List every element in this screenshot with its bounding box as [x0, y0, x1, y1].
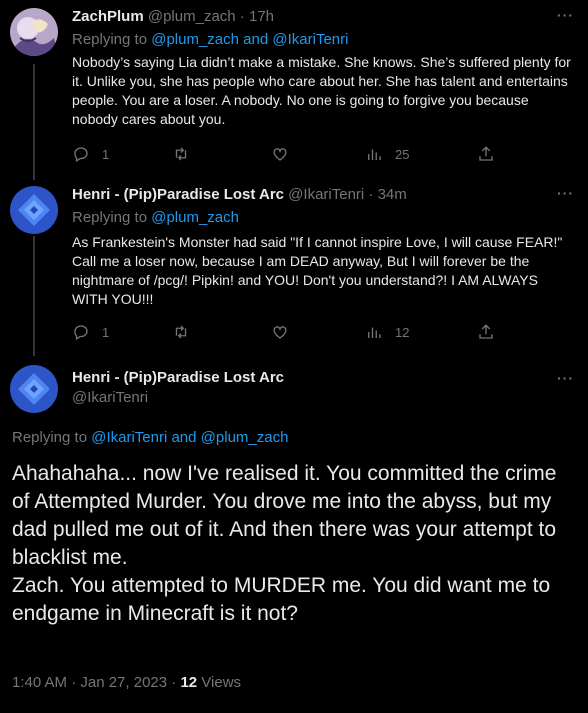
reply-icon — [74, 325, 88, 340]
more-options-button[interactable]: ··· — [557, 7, 574, 23]
views-button[interactable]: 25 — [365, 144, 409, 164]
analytics-icon — [368, 327, 381, 338]
views-button[interactable]: 12 — [365, 322, 409, 342]
handle-line: @IkariTenri — [72, 388, 148, 408]
display-name[interactable]: Henri - (Pip)Paradise Lost Arc — [72, 369, 284, 386]
mention-link[interactable]: @IkariTenri — [272, 31, 348, 48]
retweet-button[interactable] — [172, 144, 190, 164]
tweet-1[interactable]: ZachPlum @plum_zach · 17h ··· Replying t… — [0, 0, 588, 175]
reply-button[interactable]: 1 — [72, 144, 109, 164]
heart-icon — [273, 148, 287, 161]
tweet-text: Nobody’s saying Lia didn’t make a mistak… — [72, 54, 571, 127]
tweet-header: ZachPlum @plum_zach · 17h — [72, 7, 274, 27]
user-handle[interactable]: @plum_zach — [148, 8, 236, 25]
avatar[interactable] — [10, 365, 58, 413]
separator-dot: · — [364, 186, 378, 203]
avatar[interactable] — [10, 8, 58, 56]
view-count: 12 — [180, 674, 198, 691]
avatar-image-icon — [10, 8, 58, 56]
timestamp[interactable]: 34m — [378, 186, 407, 203]
main-tweet: Henri - (Pip)Paradise Lost Arc @IkariTen… — [0, 360, 588, 713]
tweet-meta: 1:40 AM · Jan 27, 2023 · 12 Views — [12, 674, 241, 691]
tweet-header: Henri - (Pip)Paradise Lost Arc @IkariTen… — [72, 185, 407, 205]
display-name[interactable]: Henri - (Pip)Paradise Lost Arc — [72, 186, 284, 203]
avatar-diamond-icon — [10, 186, 58, 234]
retweet-icon — [175, 325, 187, 339]
tweet-actions: 1 25 — [72, 144, 502, 164]
replying-to: Replying to @plum_zach — [72, 209, 239, 226]
like-button[interactable] — [271, 144, 289, 164]
mention-link[interactable]: @plum_zach — [201, 429, 289, 446]
timestamp[interactable]: 17h — [249, 8, 274, 25]
mention-link[interactable]: @plum_zach — [151, 209, 239, 226]
views-label: Views — [197, 674, 242, 691]
user-handle[interactable]: @IkariTenri — [288, 186, 364, 203]
tweet-2[interactable]: Henri - (Pip)Paradise Lost Arc @IkariTen… — [0, 178, 588, 353]
replying-to: Replying to @IkariTenri and @plum_zach — [12, 429, 289, 446]
avatar[interactable] — [10, 186, 58, 234]
retweet-button[interactable] — [172, 322, 190, 342]
reply-button[interactable]: 1 — [72, 322, 109, 342]
share-icon — [479, 146, 493, 161]
heart-icon — [273, 326, 287, 339]
more-options-button[interactable]: ··· — [557, 185, 574, 201]
display-name[interactable]: ZachPlum — [72, 8, 144, 25]
tweet-actions: 1 12 — [72, 322, 502, 342]
tweet-header: Henri - (Pip)Paradise Lost Arc — [72, 368, 284, 388]
like-button[interactable] — [271, 322, 289, 342]
reply-icon — [74, 147, 88, 162]
main-tweet-text-paragraph-1: Ahahahaha... now I've realised it. You c… — [12, 462, 557, 569]
share-icon — [479, 324, 493, 339]
view-count: 12 — [395, 324, 410, 340]
avatar-diamond-icon — [10, 365, 58, 413]
timestamp[interactable]: 1:40 AM · Jan 27, 2023 · — [12, 674, 180, 691]
mention-link[interactable]: @IkariTenri — [91, 429, 167, 446]
share-button[interactable] — [477, 144, 495, 164]
more-options-button[interactable]: ··· — [557, 370, 574, 386]
reply-count: 1 — [102, 146, 110, 162]
main-tweet-text-paragraph-2: Zach. You attempted to MURDER me. You di… — [12, 574, 551, 625]
separator-dot: · — [235, 8, 249, 25]
view-count: 25 — [395, 146, 410, 162]
analytics-icon — [368, 149, 381, 160]
retweet-icon — [175, 147, 187, 161]
user-handle[interactable]: @IkariTenri — [72, 389, 148, 406]
reply-count: 1 — [102, 324, 110, 340]
tweet-text: As Frankestein's Monster had said "If I … — [72, 234, 563, 307]
replying-to: Replying to @plum_zach and @IkariTenri — [72, 31, 349, 48]
share-button[interactable] — [477, 322, 495, 342]
mention-link[interactable]: @plum_zach — [151, 31, 239, 48]
